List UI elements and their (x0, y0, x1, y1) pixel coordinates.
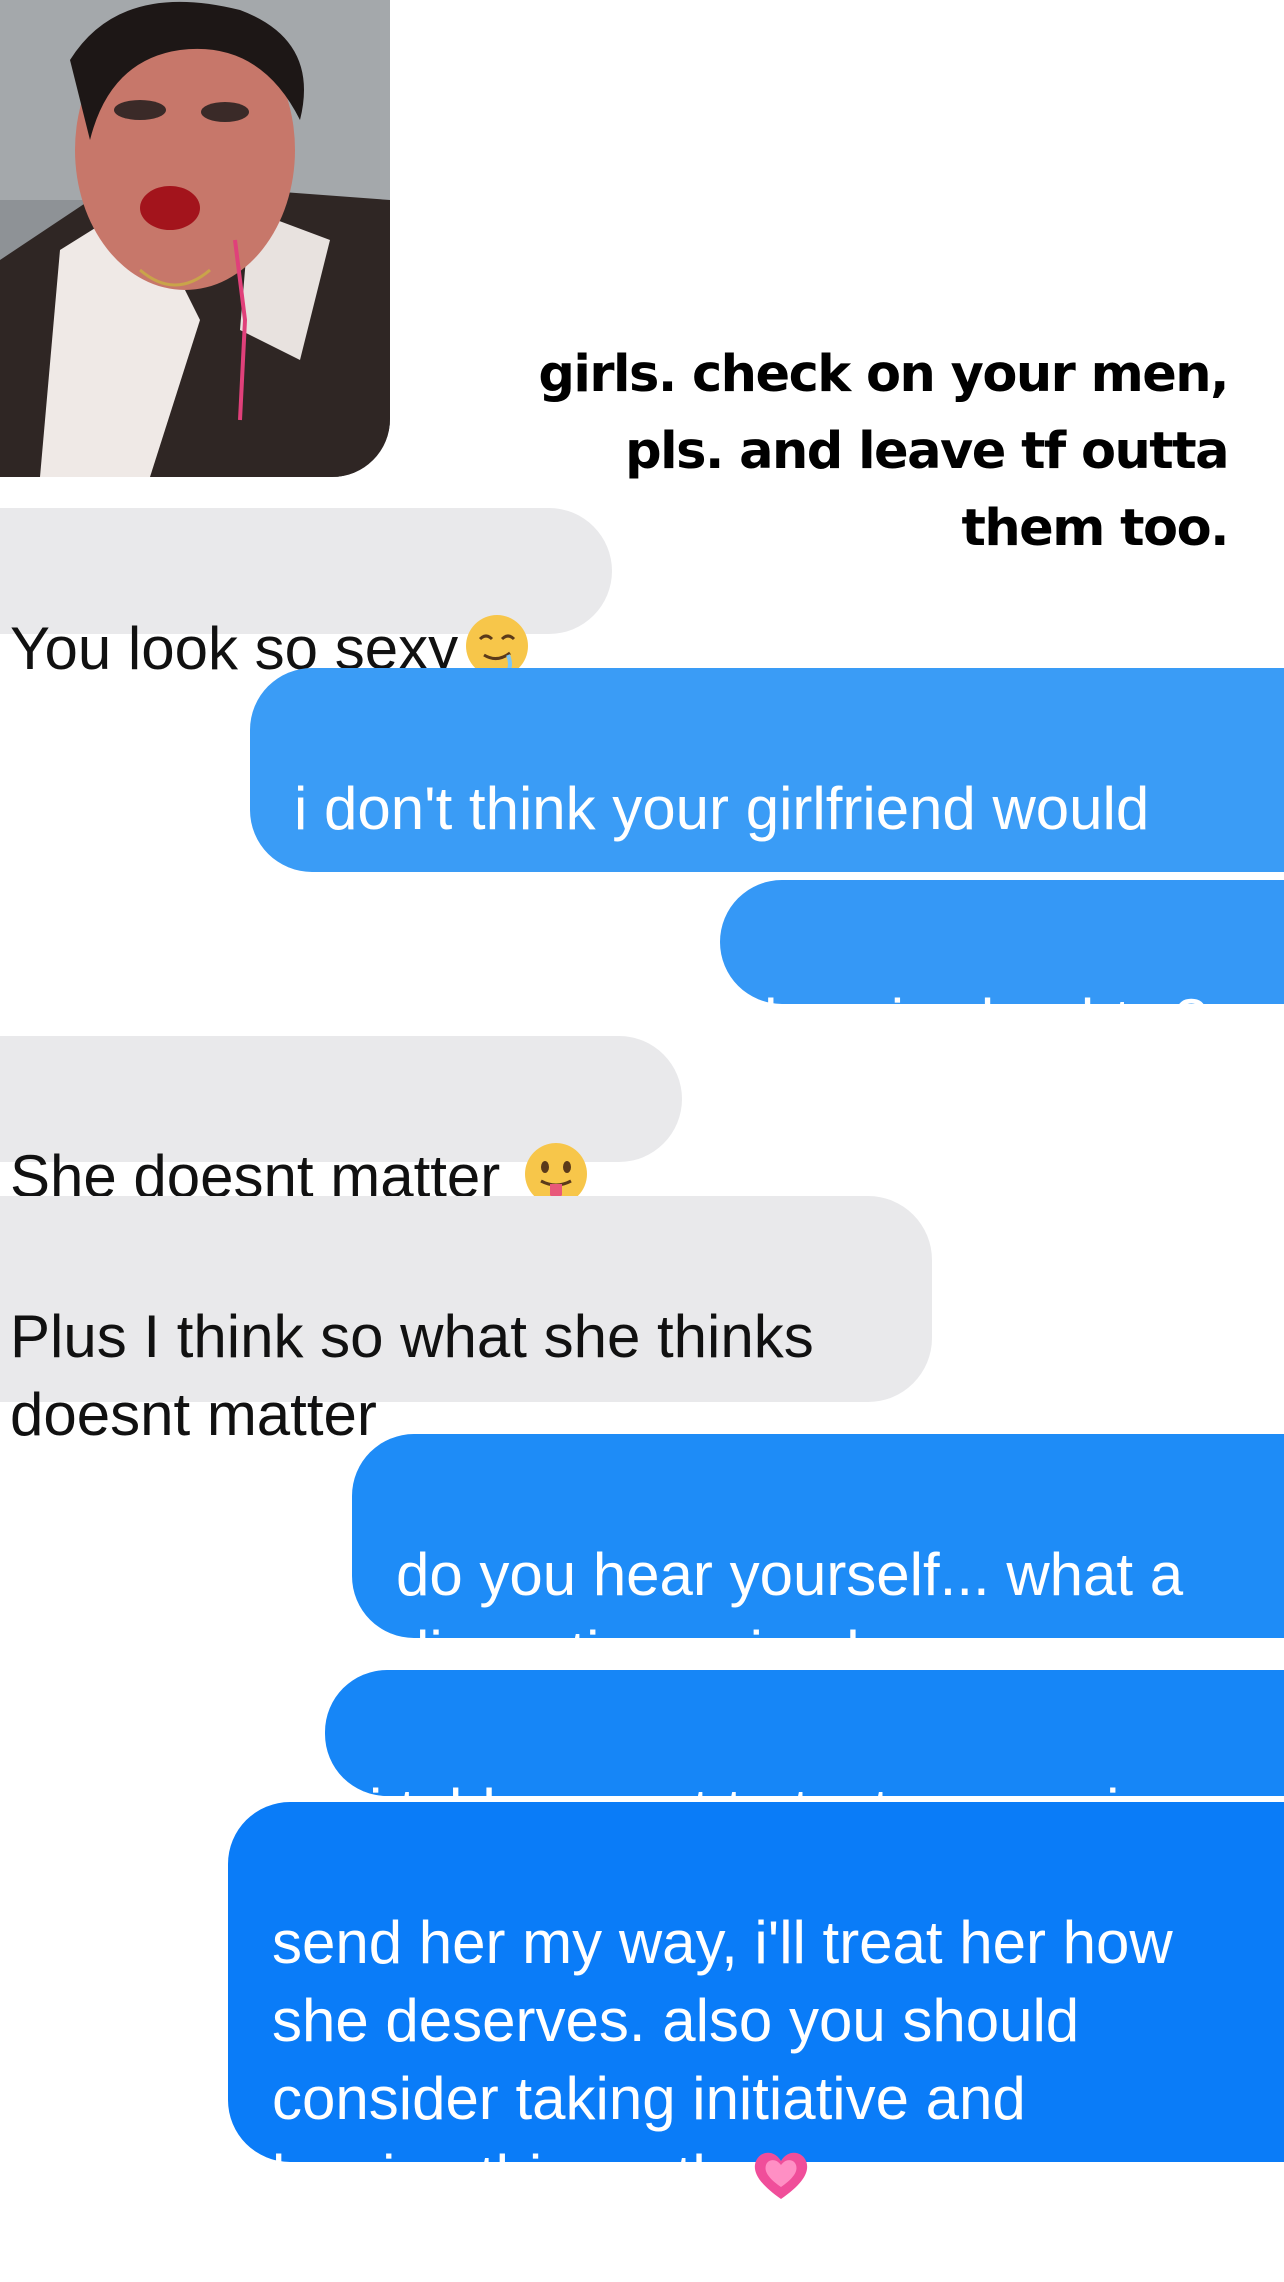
message-text: send her my way, i'll treat her how she … (272, 1909, 1173, 2210)
sent-message-bubble[interactable]: i told you not to text me again. (325, 1670, 1284, 1844)
growing-heart-icon (755, 2152, 808, 2199)
caption-line-2: pls. and leave tf outta (625, 422, 1229, 481)
sent-message-bubble[interactable]: do you hear yourself... what a disgustin… (352, 1434, 1284, 1686)
received-message-bubble[interactable]: She doesnt matter (0, 1036, 682, 1210)
received-message-bubble[interactable]: You look so sexy (0, 508, 612, 682)
profile-photo[interactable] (0, 0, 390, 477)
message-text: Plus I think so what she thinks doesnt m… (10, 1303, 814, 1448)
message-text: do you hear yourself... what a disgustin… (396, 1541, 1184, 1686)
received-message-bubble[interactable]: Plus I think so what she thinks doesnt m… (0, 1196, 932, 1448)
sent-message-bubble[interactable]: send her my way, i'll treat her how she … (228, 1802, 1284, 2210)
message-text: how is she, btw? (764, 987, 1208, 1054)
caption-line-1: girls. check on your men, (538, 345, 1229, 404)
sent-message-bubble[interactable]: i don't think your girlfriend would agre… (250, 668, 1284, 920)
selfie-image (0, 0, 390, 477)
sent-message-bubble[interactable]: how is she, btw? (720, 880, 1284, 1054)
